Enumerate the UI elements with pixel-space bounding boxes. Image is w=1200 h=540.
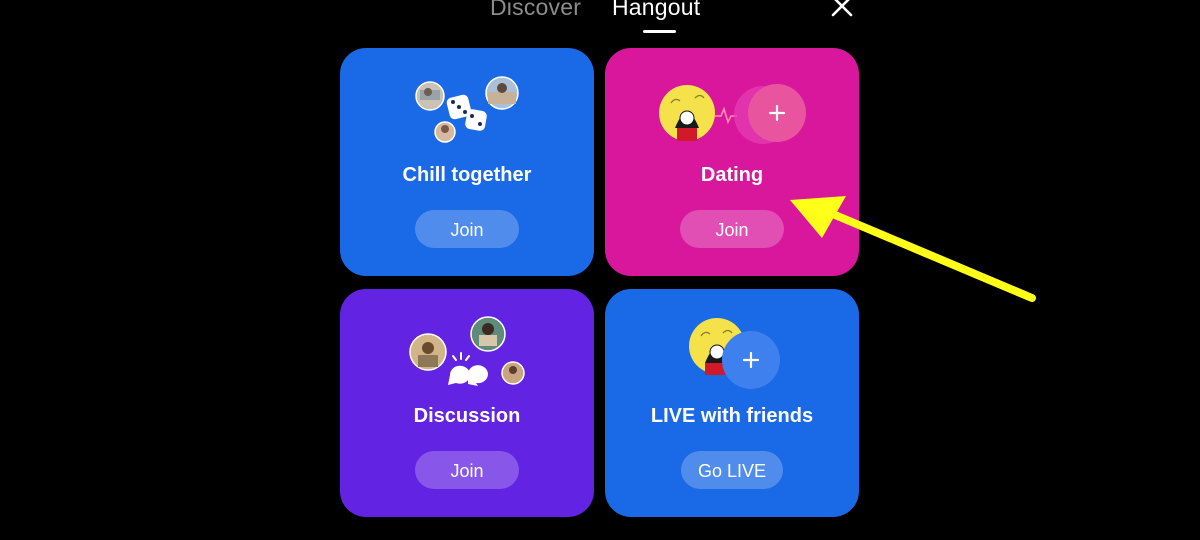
tab-hangout[interactable]: Hangout — [612, 0, 700, 22]
active-tab-indicator — [643, 30, 676, 33]
card-title: Dating — [700, 164, 764, 186]
avatar — [485, 76, 519, 110]
card-dating[interactable]: Dating Join — [605, 48, 859, 276]
avatar — [659, 85, 715, 141]
card-chill-together[interactable]: Chill together Join — [340, 48, 594, 276]
avatar — [470, 316, 506, 352]
join-chill-button[interactable]: Join — [415, 210, 519, 248]
tab-discover[interactable]: Discover — [490, 0, 581, 22]
discussion-illustration — [409, 316, 525, 386]
dating-illustration — [659, 84, 806, 144]
avatar — [434, 121, 456, 143]
avatar — [501, 361, 525, 385]
avatar — [409, 333, 447, 371]
join-discussion-button[interactable]: Join — [415, 451, 519, 489]
card-live-with-friends[interactable]: LIVE with friends Go LIVE — [605, 289, 859, 517]
go-live-button[interactable]: Go LIVE — [681, 451, 783, 489]
chill-together-illustration — [415, 76, 519, 143]
close-button[interactable] — [828, 0, 858, 22]
card-title: LIVE with friends — [650, 405, 814, 427]
heartbeat-icon — [715, 106, 737, 125]
hangout-screen: Discover Hangout Chill together Join Dat… — [0, 0, 1200, 540]
annotation-arrow — [790, 196, 1036, 302]
join-dating-button[interactable]: Join — [680, 210, 784, 248]
card-title: Discussion — [413, 405, 521, 427]
live-illustration — [689, 318, 780, 389]
avatar — [415, 81, 445, 111]
card-discussion[interactable]: Discussion Join — [340, 289, 594, 517]
close-icon — [831, 0, 853, 17]
card-title: Chill together — [402, 164, 532, 186]
chat-bubbles-icon — [448, 352, 488, 386]
